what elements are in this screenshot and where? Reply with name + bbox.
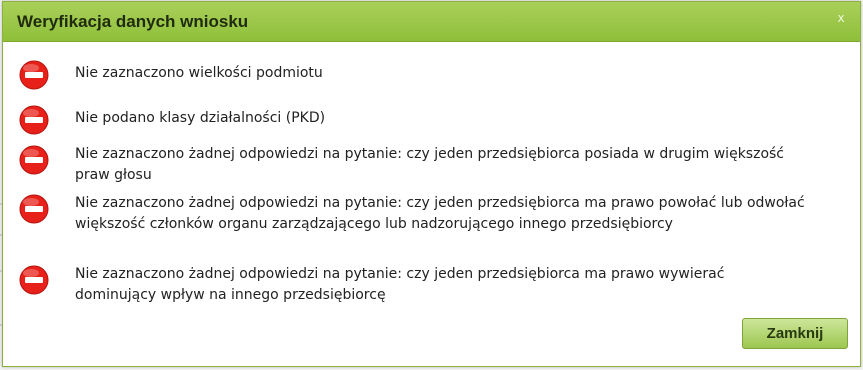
dialog-title: Weryfikacja danych wniosku bbox=[17, 12, 249, 31]
close-button[interactable]: Zamknij bbox=[742, 318, 848, 349]
no-entry-icon bbox=[19, 105, 49, 135]
no-entry-icon bbox=[19, 194, 49, 224]
error-message-text: Nie zaznaczono żadnej odpowiedzi na pyta… bbox=[75, 195, 805, 232]
error-message-text: Nie zaznaczono żadnej odpowiedzi na pyta… bbox=[75, 146, 784, 183]
error-message-text: Nie podano klasy działalności (PKD) bbox=[75, 110, 326, 126]
validation-dialog: Weryfikacja danych wniosku x Nie zaznacz… bbox=[2, 1, 861, 367]
dialog-titlebar: Weryfikacja danych wniosku x bbox=[3, 2, 860, 42]
no-entry-icon bbox=[19, 265, 49, 295]
error-message-text: Nie zaznaczono żadnej odpowiedzi na pyta… bbox=[75, 266, 725, 303]
no-entry-icon bbox=[19, 145, 49, 175]
error-message-text: Nie zaznaczono wielkości podmiotu bbox=[75, 65, 323, 81]
close-icon[interactable]: x bbox=[834, 11, 848, 25]
no-entry-icon bbox=[19, 60, 49, 90]
